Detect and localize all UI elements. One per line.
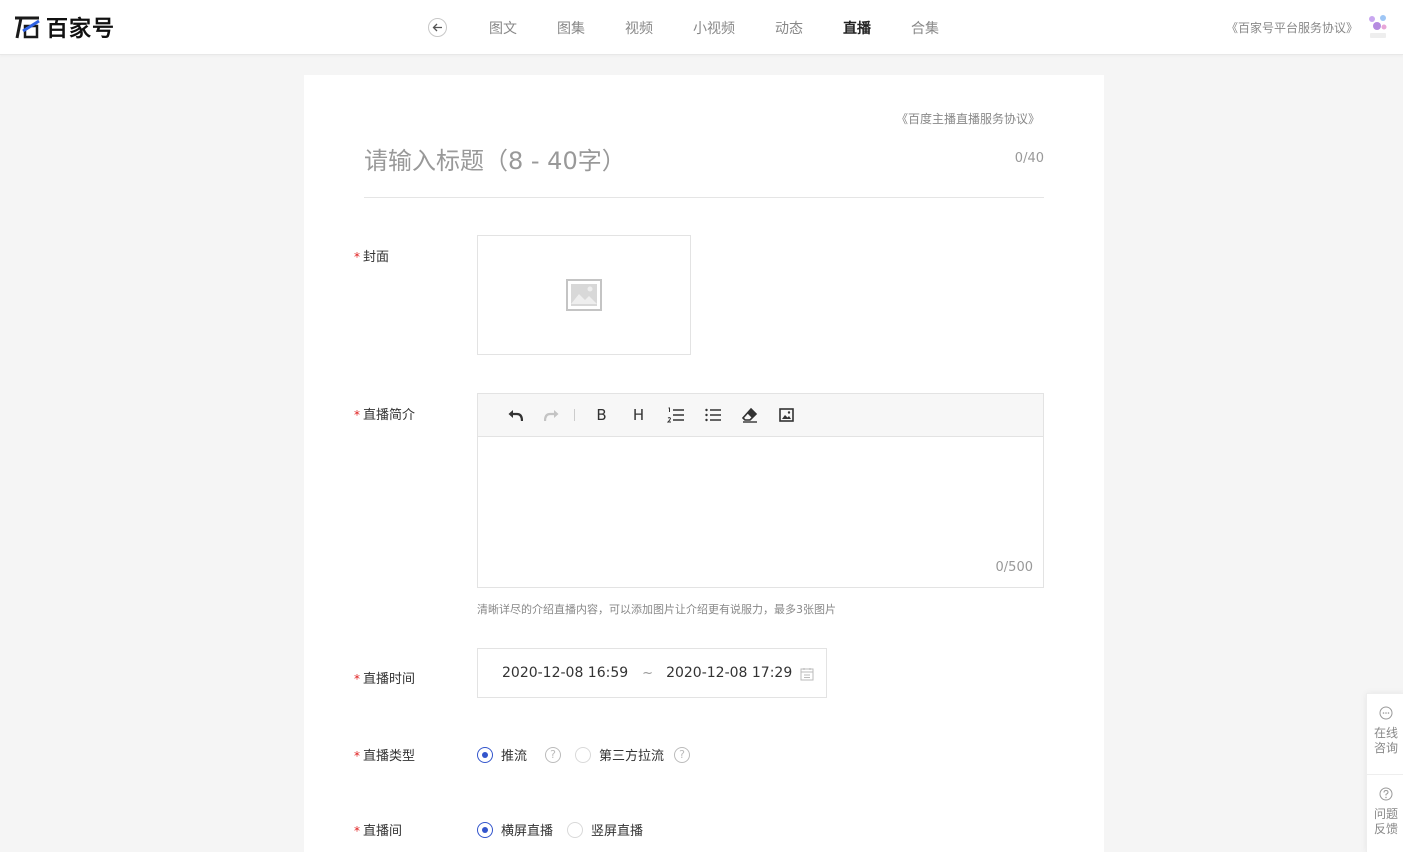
radio-checked [477,746,493,763]
undo-button[interactable] [496,400,533,430]
room-label-text: 直播间 [363,824,403,839]
required-mark: * [354,824,360,838]
editor-toolbar: B H [478,394,1043,437]
nav-item-moments[interactable]: 动态 [775,18,803,38]
image-icon [779,408,794,422]
intro-editor: B H 0/500 [477,393,1044,588]
online-consult-button[interactable]: 在线咨询 [1367,694,1403,774]
required-mark: * [354,250,360,264]
cover-upload[interactable] [477,235,691,355]
nav-item-live[interactable]: 直播 [843,18,871,38]
feedback-button[interactable]: 问题反馈 [1367,774,1403,852]
type-label-text: 直播类型 [363,749,416,764]
intro-editor-content[interactable]: 0/500 [478,437,1043,587]
back-button[interactable] [428,18,447,37]
main-nav: 图文 图集 视频 小视频 动态 直播 合集 [489,0,979,55]
ordered-list-button[interactable] [657,400,694,430]
clear-format-button[interactable] [731,400,768,430]
nav-item-video[interactable]: 视频 [625,18,653,38]
calendar-icon [800,666,814,685]
start-time: 2020-12-08 16:59 [502,665,629,681]
eraser-icon [741,407,757,423]
redo-icon [543,410,558,422]
nav-item-gallery[interactable]: 图集 [557,18,585,38]
intro-label: * 直播简介 [354,404,415,423]
user-avatar-icon[interactable] [1366,14,1390,42]
insert-image-button[interactable] [768,400,805,430]
intro-label-text: 直播简介 [363,408,416,423]
type-option-pull[interactable]: 第三方拉流 [575,745,664,764]
bold-icon: B [596,406,607,424]
title-input[interactable] [364,140,964,182]
help-icon[interactable]: ? [545,746,562,763]
room-radio-group: 横屏直播 竖屏直播 [477,820,653,839]
chat-icon [1379,706,1393,720]
type-label: * 直播类型 [354,745,415,764]
radio-label: 推流 [501,749,528,764]
required-mark: * [354,408,360,422]
nav-item-short-video[interactable]: 小视频 [693,18,735,38]
floating-help-panel: 在线咨询 问题反馈 [1366,693,1403,852]
redo-button[interactable] [533,400,570,430]
image-placeholder-icon [566,279,602,311]
baijiahao-logo-icon [13,13,41,41]
heading-button[interactable]: H [620,400,657,430]
time-separator: ~ [642,665,654,681]
title-field: 0/40 [364,140,1044,198]
toolbar-divider [574,409,575,421]
online-consult-label: 在线咨询 [1373,726,1398,755]
time-label: * 直播时间 [354,668,415,687]
radio-label: 第三方拉流 [599,749,665,764]
feedback-label: 问题反馈 [1373,807,1398,836]
live-create-form: 《百度主播直播服务协议》 0/40 *封面 *直播简介 [304,75,1104,852]
title-char-count: 0/40 [1014,151,1044,166]
time-label-text: 直播时间 [363,672,416,687]
bullet-list-icon [704,408,721,422]
type-radio-group: 推流 ? 第三方拉流 ? [477,745,704,764]
top-navigation-bar: 百家号 图文 图集 视频 小视频 动态 直播 合集 《百家号平台服务协议》 [0,0,1403,55]
question-icon [1379,787,1393,801]
logo-text: 百家号 [46,17,116,42]
end-time: 2020-12-08 17:29 [666,665,793,681]
room-option-landscape[interactable]: 横屏直播 [477,820,553,839]
intro-hint: 清晰详尽的介绍直播内容，可以添加图片让介绍更有说服力，最多3张图片 [477,603,836,616]
radio-unchecked [575,746,592,763]
cover-label-text: 封面 [363,250,390,265]
ordered-list-icon [666,407,684,423]
type-option-push[interactable]: 推流 [477,745,527,764]
radio-label: 竖屏直播 [591,824,644,839]
time-range-picker[interactable]: 2020-12-08 16:59 ~ 2020-12-08 17:29 [477,648,827,698]
radio-checked [477,821,493,838]
required-mark: * [354,672,360,686]
heading-icon: H [632,406,645,424]
help-icon[interactable]: ? [674,746,691,763]
live-agreement-link[interactable]: 《百度主播直播服务协议》 [896,110,1040,127]
cover-label: * 封面 [354,246,389,265]
bold-button[interactable]: B [583,400,620,430]
undo-icon [508,410,523,422]
intro-char-count: 0/500 [995,560,1033,575]
radio-unchecked [567,821,584,838]
room-label: * 直播间 [354,820,402,839]
nav-item-article[interactable]: 图文 [489,18,517,38]
bullet-list-button[interactable] [694,400,731,430]
nav-item-collection[interactable]: 合集 [911,18,939,38]
logo[interactable]: 百家号 [13,13,116,42]
platform-agreement-link[interactable]: 《百家号平台服务协议》 [1226,19,1358,36]
required-mark: * [354,749,360,763]
arrow-left-icon [432,23,442,32]
radio-label: 横屏直播 [501,824,554,839]
room-option-portrait[interactable]: 竖屏直播 [567,820,643,839]
